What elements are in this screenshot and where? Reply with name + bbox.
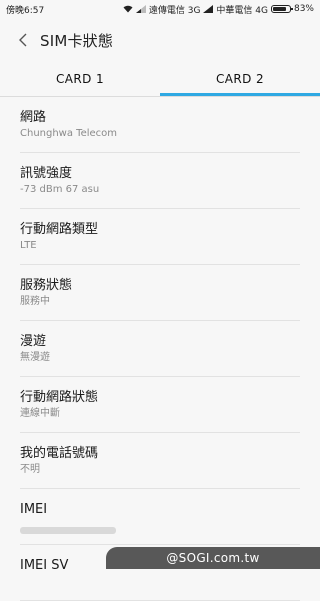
item-value: LTE <box>20 240 37 251</box>
item-value: -73 dBm 67 asu <box>20 184 100 195</box>
signal-icon-sim1 <box>135 5 146 13</box>
tab-card-2[interactable]: CARD 2 <box>160 62 320 96</box>
list-item-network-type: 行動網路類型 LTE <box>20 209 300 265</box>
item-label: 行動網路類型 <box>20 222 99 237</box>
item-value: 無漫遊 <box>20 352 50 363</box>
list-item-network: 網路 Chunghwa Telecom <box>20 97 300 153</box>
list-item-service-state: 服務狀態 服務中 <box>20 265 300 321</box>
signal-icon-sim2 <box>203 5 214 13</box>
item-value: Chunghwa Telecom <box>20 128 118 139</box>
chevron-left-icon <box>19 33 27 47</box>
wifi-icon <box>123 5 133 13</box>
list-item-phone-number: 我的電話號碼 不明 <box>20 433 300 489</box>
item-label: 行動網路狀態 <box>20 390 99 405</box>
item-label: 網路 <box>20 110 47 125</box>
item-label: IMEI <box>20 502 48 517</box>
carrier-2: 中華電信 4G <box>216 5 268 16</box>
status-time: 傍晚6:57 <box>6 5 45 16</box>
tab-label: CARD 2 <box>215 72 264 86</box>
item-label: 我的電話號碼 <box>20 446 99 461</box>
tab-label: CARD 1 <box>55 72 104 86</box>
watermark: @SOGI.com.tw <box>106 547 320 569</box>
back-button[interactable] <box>14 33 32 47</box>
item-label: 漫遊 <box>20 334 47 349</box>
page-title: SIM卡狀態 <box>40 31 114 50</box>
tab-card-1[interactable]: CARD 1 <box>0 62 160 96</box>
item-value: 不明 <box>20 464 40 475</box>
battery-fill <box>272 7 286 11</box>
sim-status-list: 網路 Chunghwa Telecom 訊號強度 -73 dBm 67 asu … <box>0 97 320 601</box>
list-item-signal-strength: 訊號強度 -73 dBm 67 asu <box>20 153 300 209</box>
status-right: 遠傳電信 3G 中華電信 4G 83% <box>123 3 314 16</box>
item-value: 服務中 <box>20 296 50 307</box>
redacted-value <box>20 527 116 534</box>
list-item-imei: IMEI <box>20 489 300 545</box>
card-tabs: CARD 1 CARD 2 <box>0 62 320 96</box>
item-label: 服務狀態 <box>20 278 73 293</box>
status-bar: 傍晚6:57 遠傳電信 3G 中華電信 4G 83% <box>0 0 320 18</box>
carrier-1: 遠傳電信 3G <box>148 5 201 16</box>
list-item-roaming: 漫遊 無漫遊 <box>20 321 300 377</box>
item-value: 連線中斷 <box>20 408 60 419</box>
battery-percent: 83% <box>293 4 314 14</box>
title-bar: SIM卡狀態 <box>0 18 320 62</box>
battery-icon <box>270 5 293 13</box>
list-item-mobile-network-state: 行動網路狀態 連線中斷 <box>20 377 300 433</box>
item-label: 訊號強度 <box>20 166 73 181</box>
